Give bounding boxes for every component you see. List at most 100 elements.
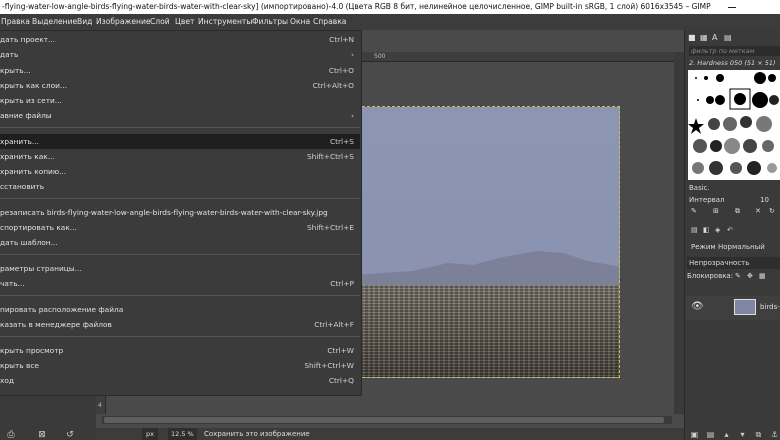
font-tab-icon[interactable]: A xyxy=(712,33,717,42)
menu-item-print[interactable]: чать... Ctrl+P xyxy=(0,276,360,291)
channels-tab-icon[interactable]: ◧ xyxy=(703,226,710,234)
menu-item-shortcut: Ctrl+Alt+O xyxy=(312,81,354,90)
ruler-number: 500 xyxy=(374,53,386,60)
menu-item-page-setup[interactable]: раметры страницы... xyxy=(0,261,360,276)
menu-item-save[interactable]: хранить... Ctrl+S xyxy=(0,134,360,149)
menu-item-shortcut: Shift+Ctrl+W xyxy=(304,361,354,370)
menu-item-recent[interactable]: авние файлы › xyxy=(0,108,360,123)
pattern-tab-icon[interactable]: ▦ xyxy=(700,33,708,42)
menu-item-label: сстановить xyxy=(0,182,45,191)
menu-item-revert[interactable]: сстановить xyxy=(0,179,360,194)
menu-filters[interactable]: Фильтры xyxy=(252,14,288,30)
delete-tool-preset-icon[interactable]: ⊠ xyxy=(37,430,47,440)
menu-windows[interactable]: Окна xyxy=(290,14,310,30)
mode-select[interactable]: Нормальный xyxy=(718,243,765,251)
opacity-slider[interactable]: Непрозрачность xyxy=(687,257,780,269)
new-layer-icon[interactable]: ▣ xyxy=(690,430,699,439)
image-canvas[interactable] xyxy=(352,106,620,378)
menu-item-label: чать... xyxy=(0,279,25,288)
lock-position-icon[interactable]: ✥ xyxy=(747,272,753,280)
menu-item-shortcut: Ctrl+O xyxy=(328,66,354,75)
menu-item-open-as-layers[interactable]: крыть как слои... Ctrl+Alt+O xyxy=(0,78,360,93)
menu-item-shortcut: Ctrl+W xyxy=(327,346,354,355)
layer-thumbnail xyxy=(734,299,756,315)
layer-row[interactable]: 👁 birds- xyxy=(686,296,780,320)
menu-item-overwrite[interactable]: резаписать birds-flying-water-low-angle-… xyxy=(0,205,360,220)
menu-colors[interactable]: Цвет xyxy=(175,14,194,30)
menu-item-close-all[interactable]: крыть все Shift+Ctrl+W xyxy=(0,358,360,373)
submenu-arrow-icon: › xyxy=(351,50,354,59)
anchor-layer-icon[interactable]: ⚓ xyxy=(770,430,779,439)
menu-edit[interactable]: Правка xyxy=(1,14,30,30)
brush-presets[interactable] xyxy=(688,70,780,180)
menu-item-shortcut: Shift+Ctrl+E xyxy=(306,223,354,232)
menu-item-copy-location[interactable]: пировать расположение файла xyxy=(0,302,360,317)
tag-filter-input[interactable]: фильтр по меткам xyxy=(689,46,780,56)
menu-item-label: крыть как слои... xyxy=(0,81,67,90)
menu-item-label: хранить как... xyxy=(0,152,55,161)
menu-item-create[interactable]: дать › xyxy=(0,47,360,62)
minimize-button[interactable] xyxy=(726,0,738,14)
menu-item-label: авние файлы xyxy=(0,111,52,120)
menu-item-shortcut: Ctrl+Q xyxy=(328,376,354,385)
menu-item-close-view[interactable]: крыть просмотр Ctrl+W xyxy=(0,343,360,358)
window-title: -flying-water-low-angle-birds-flying-wat… xyxy=(2,2,711,11)
duplicate-brush-icon[interactable]: ⧉ xyxy=(735,207,740,216)
menu-item-label: крыть из сети... xyxy=(0,96,62,105)
zoom-select[interactable]: 12.5 % xyxy=(168,428,197,440)
duplicate-layer-icon[interactable]: ⧉ xyxy=(754,430,763,439)
menu-item-save-copy[interactable]: хранить копию... xyxy=(0,164,360,179)
menu-item-quit[interactable]: ход Ctrl+Q xyxy=(0,373,360,388)
menu-image[interactable]: Изображение xyxy=(96,14,151,30)
menu-tools[interactable]: Инструменты xyxy=(198,14,252,30)
menu-separator xyxy=(0,127,360,128)
status-bar: px 12.5 % Сохранить это изображение xyxy=(96,428,684,440)
visibility-eye-icon[interactable]: 👁 xyxy=(691,301,704,312)
brush-tag-label: Basic. xyxy=(689,184,710,192)
menu-item-shortcut: Ctrl+S xyxy=(329,137,354,146)
lock-pixels-icon[interactable]: ✎ xyxy=(735,272,741,280)
menu-layer[interactable]: Слой xyxy=(150,14,170,30)
raise-layer-icon[interactable]: ▴ xyxy=(722,430,731,439)
menu-item-shortcut: Ctrl+N xyxy=(329,35,354,44)
undo-tab-icon[interactable]: ↶ xyxy=(727,226,733,234)
new-brush-icon[interactable]: ⊞ xyxy=(713,207,719,215)
menu-item-label: дать xyxy=(0,50,19,59)
horizontal-scrollbar[interactable] xyxy=(102,416,672,424)
menu-item-label: дать шаблон... xyxy=(0,238,58,247)
document-tab-icon[interactable]: ▤ xyxy=(724,33,732,42)
lock-alpha-icon[interactable]: ▦ xyxy=(759,272,766,280)
menu-item-show-in-file-manager[interactable]: казать в менеджере файлов Ctrl+Alt+F xyxy=(0,317,360,332)
menu-bar: Правка Выделение Вид Изображение Слой Цв… xyxy=(0,14,780,30)
menu-separator xyxy=(0,254,360,255)
menu-item-save-as[interactable]: хранить как... Shift+Ctrl+S xyxy=(0,149,360,164)
menu-item-label: резаписать birds-flying-water-low-angle-… xyxy=(0,208,328,217)
menu-item-new[interactable]: дать проект... Ctrl+N xyxy=(0,32,360,47)
spacing-value[interactable]: 10 xyxy=(760,196,769,204)
menu-item-shortcut: Ctrl+P xyxy=(330,279,354,288)
menu-help[interactable]: Справка xyxy=(313,14,346,30)
reset-tool-icon[interactable]: ↺ xyxy=(65,430,75,440)
menu-item-shortcut: Shift+Ctrl+S xyxy=(306,152,354,161)
brush-name: 2. Hardness 050 (51 × 51) xyxy=(689,59,776,67)
edit-brush-icon[interactable]: ✎ xyxy=(691,207,697,215)
delete-brush-icon[interactable]: ✕ xyxy=(755,207,761,215)
menu-item-label: спортировать как... xyxy=(0,223,77,232)
brush-tab-icon[interactable]: ■ xyxy=(688,33,696,42)
refresh-brushes-icon[interactable]: ↻ xyxy=(769,207,775,215)
layers-tab-icon[interactable]: ▤ xyxy=(691,226,698,234)
menu-select[interactable]: Выделение xyxy=(32,14,77,30)
menu-item-open[interactable]: крыть... Ctrl+O xyxy=(0,63,360,78)
menu-item-export-as[interactable]: спортировать как... Shift+Ctrl+E xyxy=(0,220,360,235)
menu-item-label: раметры страницы... xyxy=(0,264,82,273)
new-layer-group-icon[interactable]: ▤ xyxy=(706,430,715,439)
menu-item-create-template[interactable]: дать шаблон... xyxy=(0,235,360,250)
paths-tab-icon[interactable]: ◈ xyxy=(715,226,720,234)
menu-item-open-location[interactable]: крыть из сети... xyxy=(0,93,360,108)
brush-grid[interactable] xyxy=(688,70,780,180)
unit-select[interactable]: px xyxy=(142,428,158,440)
lower-layer-icon[interactable]: ▾ xyxy=(738,430,747,439)
save-tool-preset-icon[interactable]: ⎙ xyxy=(6,430,16,440)
vertical-scrollbar[interactable] xyxy=(674,52,684,414)
menu-view[interactable]: Вид xyxy=(77,14,92,30)
